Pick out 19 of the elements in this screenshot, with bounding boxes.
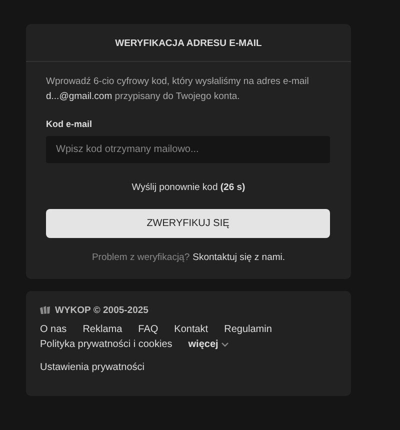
instruction-text: Wprowadź 6-cio cyfrowy kod, który wysłaliśmy na adres e-mail d...@gmail.com przypisany do Twojego konta.	[46, 75, 310, 104]
verify-button[interactable]: ZWERYFIKUJ SIĘ	[46, 209, 330, 238]
chevron-down-icon	[221, 342, 230, 347]
copyright-text: WYKOP © 2005-2025	[55, 305, 148, 316]
privacy-settings-link[interactable]: Ustawienia prywatności	[40, 362, 337, 373]
problem-text: Problem z weryfikacją?	[92, 252, 190, 263]
field-label: Kod e-mail	[46, 119, 94, 129]
logo-icon	[40, 306, 51, 315]
footer-link[interactable]: Kontakt	[174, 324, 208, 335]
more-link[interactable]: więcej	[188, 339, 230, 350]
resend-code-link[interactable]: Wyślij ponownie kod (26 s)	[132, 182, 246, 193]
contact-link[interactable]: Skontaktuj się z nami.	[192, 252, 286, 263]
footer-link[interactable]: FAQ	[138, 324, 158, 335]
footer-link[interactable]: Reklama	[82, 324, 122, 335]
footer-link[interactable]: Polityka prywatności i cookies	[40, 339, 172, 350]
code-input-field[interactable]: Wpisz kod otrzymany mailowo...	[46, 136, 330, 163]
footer-link[interactable]: Regulamin	[224, 324, 272, 335]
card-title: WERYFIKACJA ADRESU E-MAIL	[26, 24, 351, 62]
footer-link[interactable]: O nas	[40, 324, 67, 335]
